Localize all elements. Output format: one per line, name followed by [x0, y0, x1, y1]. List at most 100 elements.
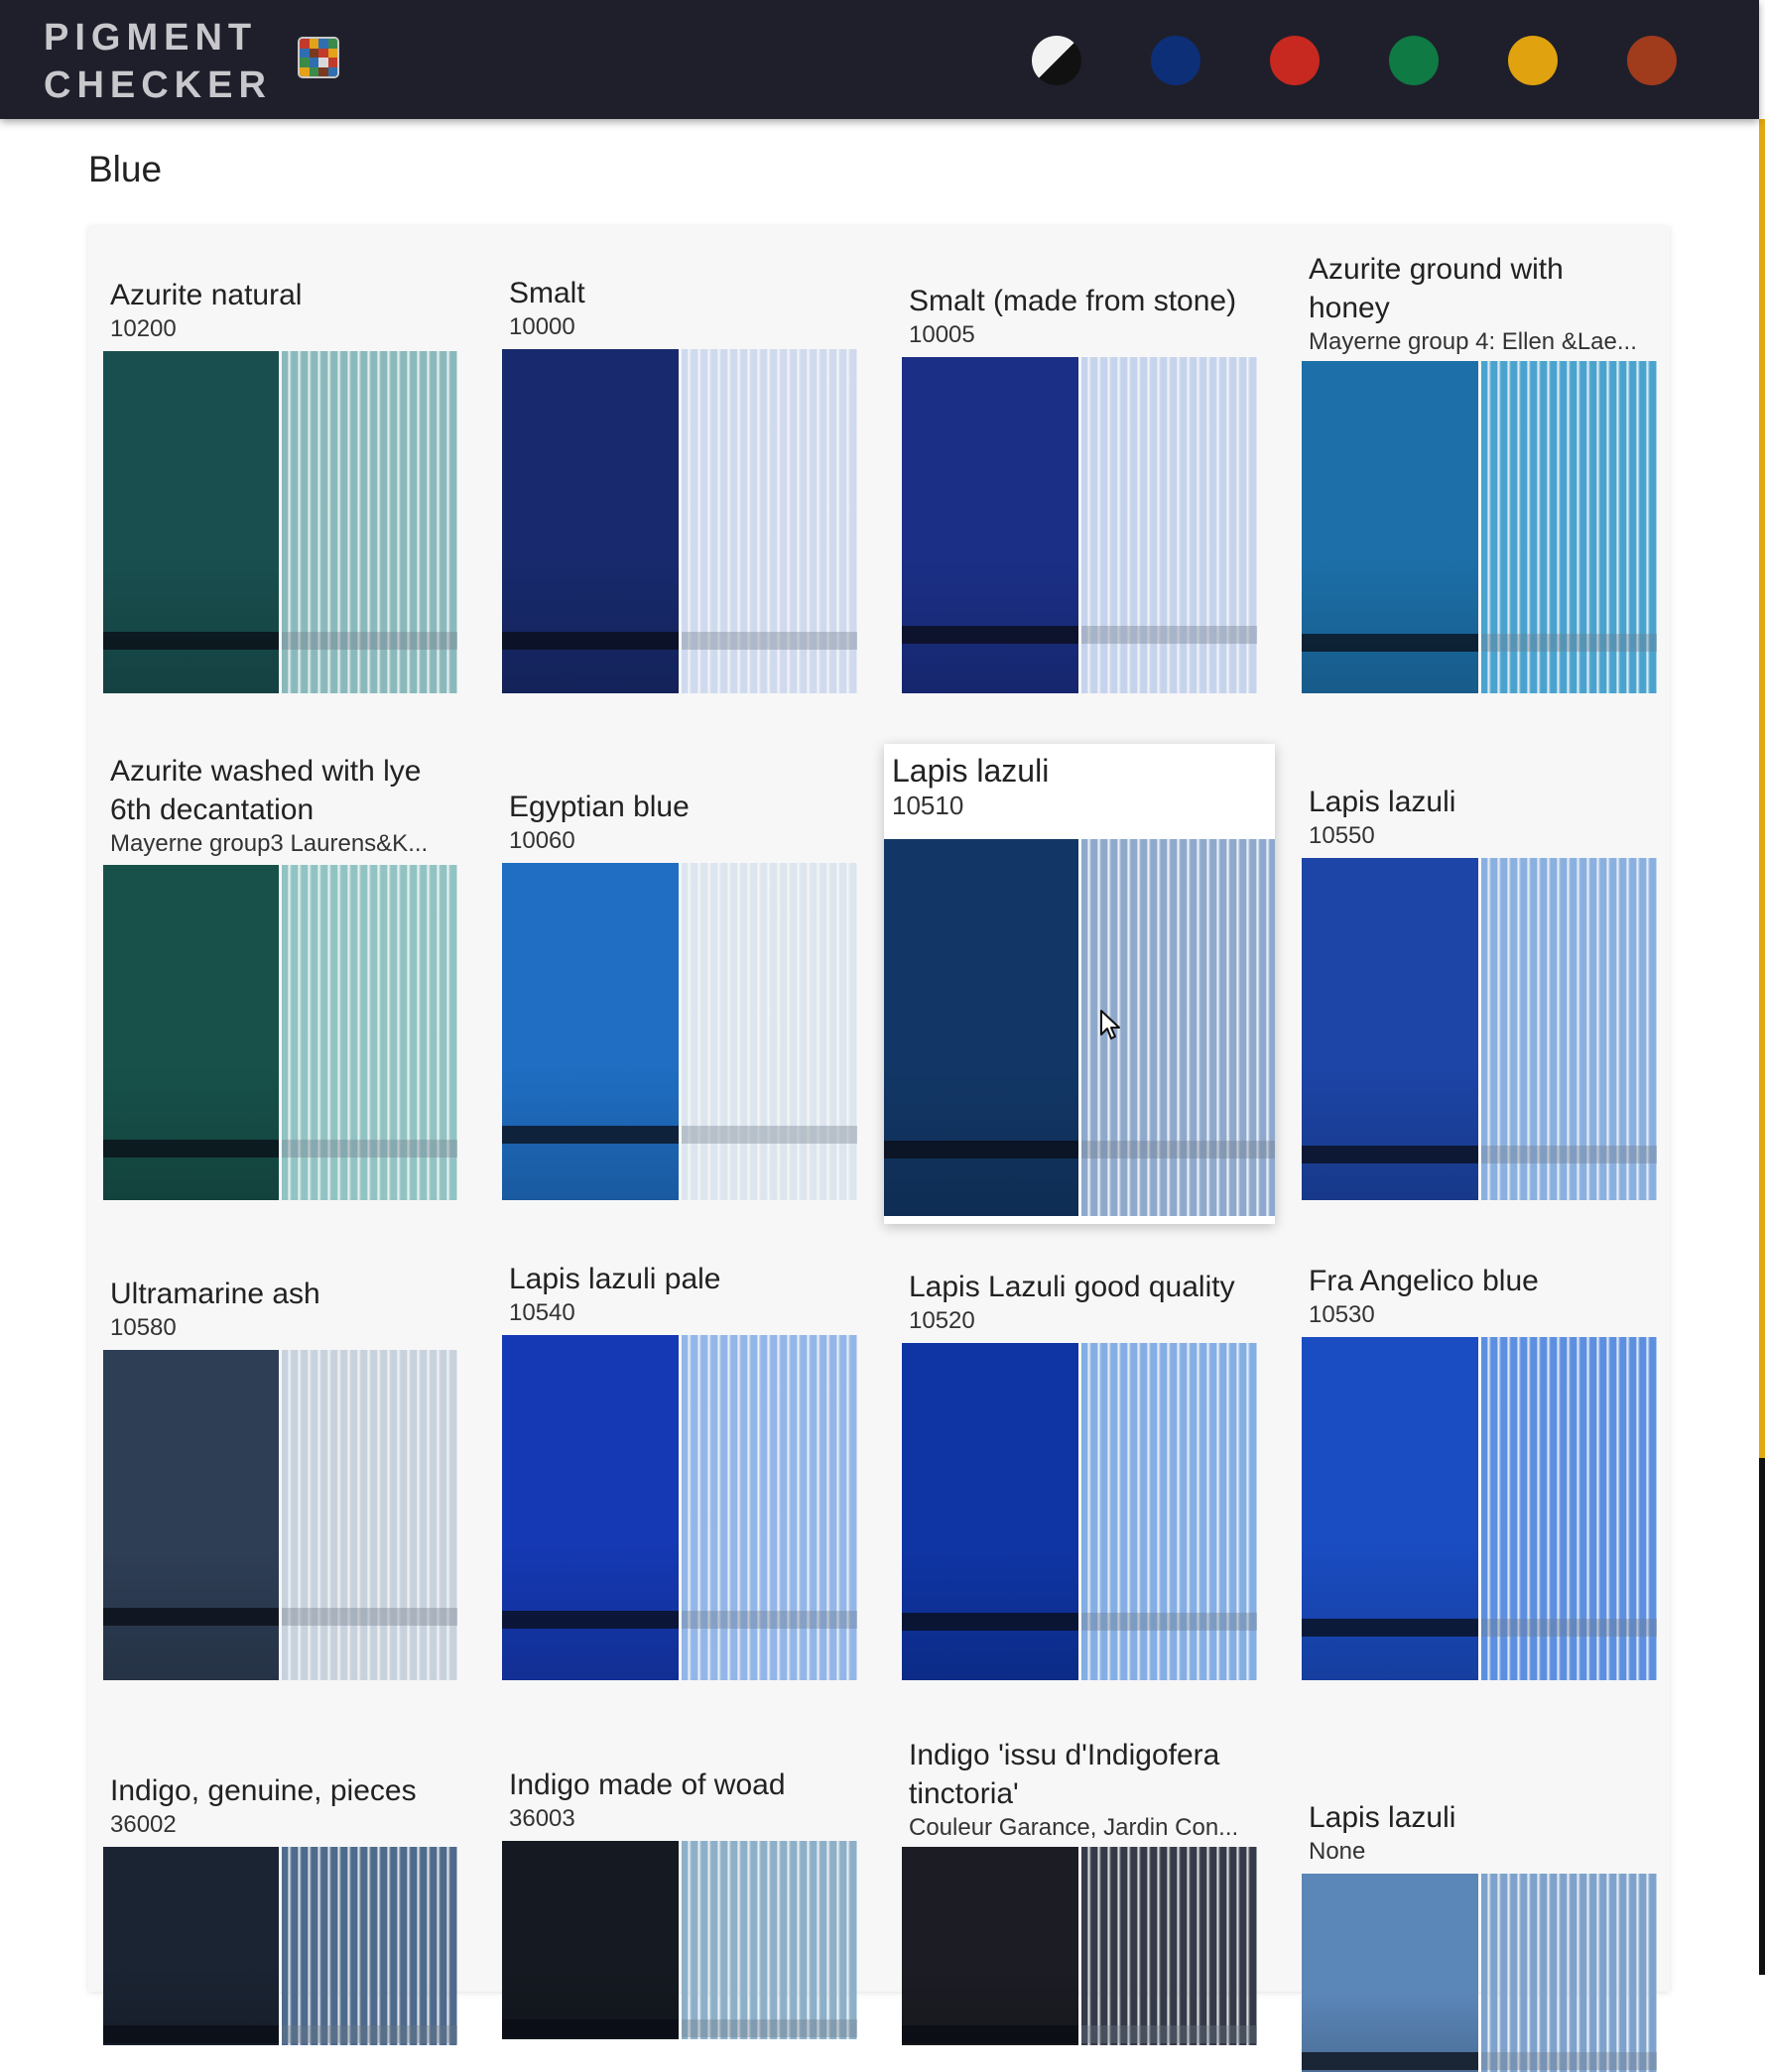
blue-filter-icon[interactable] — [1151, 36, 1200, 85]
black-white-filter-icon[interactable] — [1032, 36, 1081, 85]
pigment-name: Smalt (made from stone) — [909, 285, 1237, 317]
logo-line-1: PIGMENT — [44, 17, 258, 59]
mouse-cursor-icon — [1100, 1010, 1120, 1039]
swatch-light-half — [1480, 1337, 1657, 1680]
pigment-code: 10540 — [509, 1299, 575, 1326]
pigment-card[interactable]: Lapis lazuli 10510 — [884, 744, 1275, 1224]
pigment-swatch-image[interactable] — [103, 1847, 457, 2045]
pigment-code: 36002 — [110, 1811, 177, 1838]
pigment-name: Azurite natural — [110, 279, 303, 311]
pigment-name: Lapis lazuli — [1309, 786, 1456, 818]
swatch-band — [282, 631, 457, 650]
swatch-band — [103, 1140, 279, 1158]
pigment-card[interactable]: Smalt 10000 — [502, 274, 857, 693]
pigment-code: Couleur Garance, Jardin Con... — [909, 1814, 1239, 1841]
pigment-swatch-image[interactable] — [1302, 1874, 1657, 2072]
swatch-band — [681, 1126, 857, 1145]
pigment-swatch-image[interactable] — [103, 865, 457, 1200]
swatch-band — [282, 1140, 457, 1158]
pigment-name: Indigo 'issu d'Indigofera tinctoria' — [909, 1739, 1220, 1810]
pigment-swatch-image[interactable] — [902, 1847, 1257, 2045]
swatch-dark-half — [103, 865, 279, 1200]
pigment-card[interactable]: Azurite ground with honey Mayerne group 4… — [1302, 250, 1657, 693]
swatch-dark-half — [103, 1350, 279, 1680]
pigment-name: Ultramarine ash — [110, 1278, 320, 1310]
pigment-card[interactable]: Lapis lazuli 10550 — [1302, 783, 1657, 1200]
pigment-swatch-image[interactable] — [502, 1841, 857, 2039]
app-logo[interactable]: PIGMENT CHECKER — [44, 14, 272, 109]
pigment-swatch-image[interactable] — [902, 357, 1257, 693]
pigment-swatch-image[interactable] — [884, 839, 1275, 1216]
swatch-band — [282, 2025, 457, 2043]
swatch-dark-half — [884, 839, 1078, 1216]
pigment-swatch-image[interactable] — [502, 1335, 857, 1680]
swatch-light-half — [681, 349, 857, 693]
swatch-light-half — [282, 1847, 457, 2045]
swatch-light-half — [681, 1841, 857, 2039]
pigment-card[interactable]: Azurite washed with lye 6th decantation M… — [103, 752, 457, 1200]
pigment-swatch-image[interactable] — [1302, 1337, 1657, 1680]
pigment-name: Azurite ground with honey — [1309, 253, 1564, 324]
swatch-dark-half — [902, 1847, 1078, 2045]
swatch-light-half — [1080, 1343, 1257, 1680]
red-filter-icon[interactable] — [1270, 36, 1320, 85]
swatch-band — [1080, 626, 1257, 645]
swatch-dark-half — [502, 349, 679, 693]
pigment-swatch-image[interactable] — [902, 1343, 1257, 1680]
pigment-card[interactable]: Azurite natural 10200 — [103, 276, 457, 693]
pigment-swatch-image[interactable] — [502, 863, 857, 1200]
swatch-band — [1480, 633, 1657, 652]
pigment-grid: Azurite natural 10200 Smalt 10000 Smalt (mad… — [88, 226, 1670, 2072]
pigment-card[interactable]: Lapis Lazuli good quality 10520 — [902, 1268, 1257, 1680]
swatch-band — [1302, 2052, 1478, 2070]
swatch-band — [502, 2019, 679, 2037]
swatch-light-half — [1480, 361, 1657, 693]
pigment-swatch-image[interactable] — [103, 351, 457, 693]
scrollbar-thumb[interactable] — [1759, 1458, 1765, 1975]
pigment-code: 10520 — [909, 1307, 975, 1334]
swatch-band — [1302, 633, 1478, 652]
pigment-name: Azurite washed with lye 6th decantation — [110, 755, 422, 826]
pigment-card[interactable]: Ultramarine ash 10580 — [103, 1275, 457, 1680]
pigment-code: Mayerne group3 Laurens&K... — [110, 830, 429, 857]
pigment-swatch-image[interactable] — [103, 1350, 457, 1680]
green-filter-icon[interactable] — [1389, 36, 1439, 85]
pigment-name: Lapis lazuli pale — [509, 1263, 721, 1295]
swatch-light-half — [1080, 357, 1257, 693]
pigment-code: None — [1309, 1838, 1366, 1865]
pigment-name: Indigo made of woad — [509, 1768, 786, 1801]
swatch-band — [884, 1141, 1078, 1158]
pigment-swatch-image[interactable] — [502, 349, 857, 693]
swatch-band — [502, 1611, 679, 1630]
pigment-card[interactable]: Lapis lazuli None — [1302, 1798, 1657, 2072]
pigment-card[interactable]: Egyptian blue 10060 — [502, 788, 857, 1200]
swatch-band — [103, 631, 279, 650]
swatch-band — [103, 1607, 279, 1626]
pigment-name: Lapis lazuli — [892, 753, 1050, 789]
pigment-swatch-image[interactable] — [1302, 361, 1657, 693]
pigment-card[interactable]: Indigo, genuine, pieces 36002 — [103, 1771, 457, 2045]
brown-filter-icon[interactable] — [1627, 36, 1677, 85]
color-grid-icon[interactable] — [298, 37, 339, 78]
pigment-card[interactable]: Lapis lazuli pale 10540 — [502, 1260, 857, 1680]
pigment-code: 36003 — [509, 1805, 575, 1832]
swatch-dark-half — [902, 357, 1078, 693]
pigment-code: 10530 — [1309, 1301, 1375, 1328]
swatch-dark-half — [103, 1847, 279, 2045]
swatch-band — [1080, 2025, 1257, 2043]
swatch-light-half — [282, 865, 457, 1200]
pigment-card[interactable]: Fra Angelico blue 10530 — [1302, 1262, 1657, 1680]
swatch-light-half — [1480, 1874, 1657, 2072]
pigment-card[interactable]: Indigo made of woad 36003 — [502, 1766, 857, 2039]
swatch-band — [681, 2019, 857, 2037]
pigment-code: 10005 — [909, 321, 975, 348]
yellow-filter-icon[interactable] — [1508, 36, 1558, 85]
swatch-dark-half — [1302, 858, 1478, 1200]
pigment-card[interactable]: Indigo 'issu d'Indigofera tinctoria' Coul… — [902, 1736, 1257, 2045]
scrollbar-track[interactable] — [1759, 119, 1765, 1458]
swatch-light-half — [282, 351, 457, 693]
pigment-swatch-image[interactable] — [1302, 858, 1657, 1200]
swatch-dark-half — [1302, 1874, 1478, 2072]
pigment-card[interactable]: Smalt (made from stone) 10005 — [902, 282, 1257, 693]
swatch-light-half — [1480, 858, 1657, 1200]
